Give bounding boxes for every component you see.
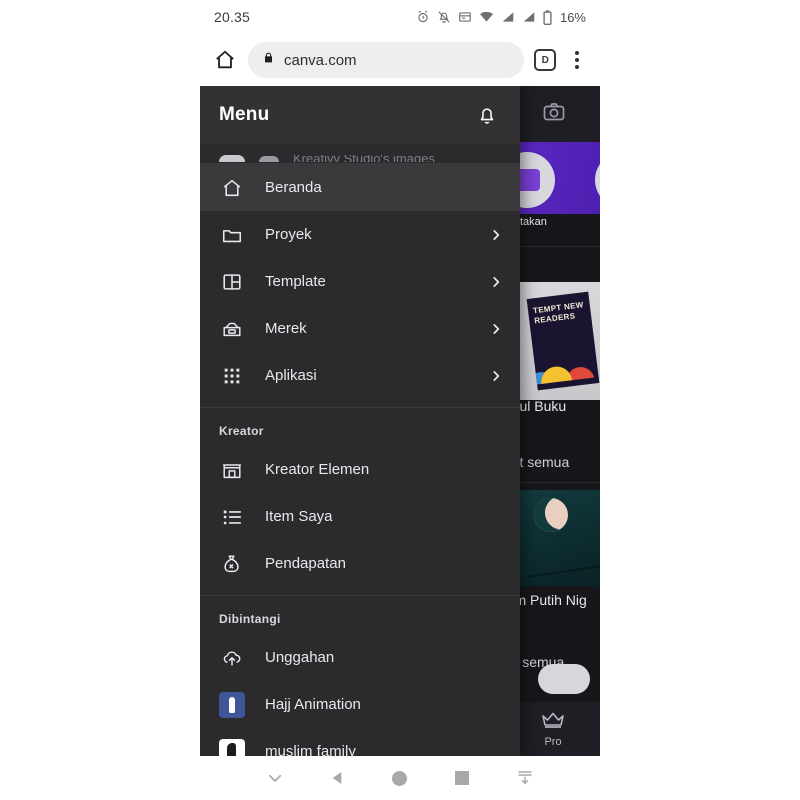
phone-screen: 20.35 16% canva.com D ...rtakan TEMPT NE… [200, 0, 600, 800]
lock-icon [262, 51, 275, 69]
background-night-thumbnail[interactable] [520, 490, 600, 586]
chevron-right-icon [488, 227, 504, 243]
drawer-scroll-area[interactable]: Kreativy Studio's images Beranda [200, 144, 520, 756]
background-book-thumbnail[interactable]: TEMPT NEW READERS [520, 282, 600, 400]
bell-muted-icon [437, 10, 451, 24]
background-pill-label: D [592, 216, 600, 228]
back-triangle-icon[interactable] [321, 761, 355, 795]
umbrella-art [528, 338, 600, 385]
folder-icon [219, 222, 245, 248]
section-heading-dibintangi: Dibintangi [200, 595, 520, 634]
chevron-right-icon [488, 321, 504, 337]
sidebar-item-merek[interactable]: Merek [200, 305, 520, 352]
layout-icon [219, 269, 245, 295]
branch-art [528, 564, 600, 578]
three-dot-menu-icon[interactable] [566, 48, 588, 72]
design-icon [595, 152, 600, 208]
navigation-drawer: Menu Kreativy Studio's images [200, 86, 520, 756]
screenshot-icon [458, 10, 472, 24]
chevron-down-icon[interactable] [258, 761, 292, 795]
sidebar-item-label: Merek [265, 320, 307, 337]
recents-square-icon[interactable] [445, 761, 479, 795]
sidebar-item-label: Kreator Elemen [265, 461, 370, 478]
drawer-header: Menu [200, 86, 520, 144]
chevron-right-icon [488, 274, 504, 290]
storefront-icon [219, 457, 245, 483]
status-time: 20.35 [214, 9, 251, 25]
sidebar-item-aplikasi[interactable]: Aplikasi [200, 352, 520, 399]
signal-icon [501, 10, 515, 24]
status-bar: 20.35 16% [200, 0, 600, 34]
signal-2-icon [522, 10, 536, 24]
alarm-icon [416, 10, 430, 24]
thumbnail-muslim-icon [219, 738, 245, 756]
sidebar-item-template[interactable]: Template [200, 258, 520, 305]
sidebar-item-label: Aplikasi [265, 367, 317, 384]
battery-percent: 16% [559, 9, 586, 25]
pro-button[interactable]: Pro [510, 711, 596, 748]
thumbnail-hajj-icon [219, 691, 245, 718]
avatar [219, 155, 245, 162]
sidebar-item-kreator-elemen[interactable]: Kreator Elemen [200, 446, 520, 493]
camera-icon[interactable] [542, 100, 566, 129]
tab-count-button[interactable]: D [534, 49, 556, 71]
crown-icon [541, 711, 565, 734]
sidebar-item-pendapatan[interactable]: Pendapatan [200, 540, 520, 587]
sidebar-item-hajj-animation[interactable]: Hajj Animation [200, 681, 520, 728]
home-icon [219, 175, 245, 201]
home-circle-icon[interactable] [383, 761, 417, 795]
status-icon-group: 16% [416, 10, 586, 25]
pro-label: Pro [544, 735, 562, 748]
drawer-clipped-account-row[interactable]: Kreativy Studio's images [200, 144, 520, 164]
bell-icon[interactable] [474, 102, 500, 128]
wifi-icon [479, 10, 494, 24]
sidebar-item-unggahan[interactable]: Unggahan [200, 634, 520, 681]
sidebar-item-item-saya[interactable]: Item Saya [200, 493, 520, 540]
sidebar-item-beranda[interactable]: Beranda [200, 164, 520, 211]
sidebar-item-proyek[interactable]: Proyek [200, 211, 520, 258]
background-floating-button[interactable] [538, 664, 590, 694]
brand-icon [219, 316, 245, 342]
list-icon [219, 504, 245, 530]
sidebar-item-label: Hajj Animation [265, 696, 361, 713]
avatar-secondary [259, 156, 279, 162]
drawer-title: Menu [219, 104, 270, 125]
url-text: canva.com [284, 51, 357, 69]
app-body: ...rtakan D TEMPT NEW READERS ...pul Buk… [200, 86, 600, 756]
home-icon[interactable] [212, 47, 238, 73]
moon-art [528, 492, 574, 538]
money-bag-icon [219, 551, 245, 577]
browser-toolbar: canva.com D [200, 34, 600, 86]
android-navigation-bar [200, 756, 600, 800]
sidebar-item-label: Pendapatan [265, 555, 346, 572]
sidebar-item-label: Proyek [265, 226, 312, 243]
sidebar-item-label: Unggahan [265, 649, 335, 666]
download-icon[interactable] [508, 761, 542, 795]
url-bar[interactable]: canva.com [248, 42, 524, 78]
sidebar-item-label: muslim family [265, 743, 356, 756]
cloud-upload-icon [219, 645, 245, 671]
section-heading-kreator: Kreator [200, 407, 520, 446]
book-cover-title: TEMPT NEW READERS [532, 300, 584, 326]
grid-apps-icon [219, 363, 245, 389]
drawer-clipped-label: Kreativy Studio's images [293, 155, 435, 162]
background-pill[interactable]: D [592, 152, 600, 228]
sidebar-item-label: Beranda [265, 179, 322, 196]
sidebar-item-label: Template [265, 273, 326, 290]
sidebar-item-label: Item Saya [265, 508, 333, 525]
chevron-right-icon [488, 368, 504, 384]
battery-icon [543, 9, 552, 25]
sidebar-item-muslim-family[interactable]: muslim family [200, 728, 520, 756]
